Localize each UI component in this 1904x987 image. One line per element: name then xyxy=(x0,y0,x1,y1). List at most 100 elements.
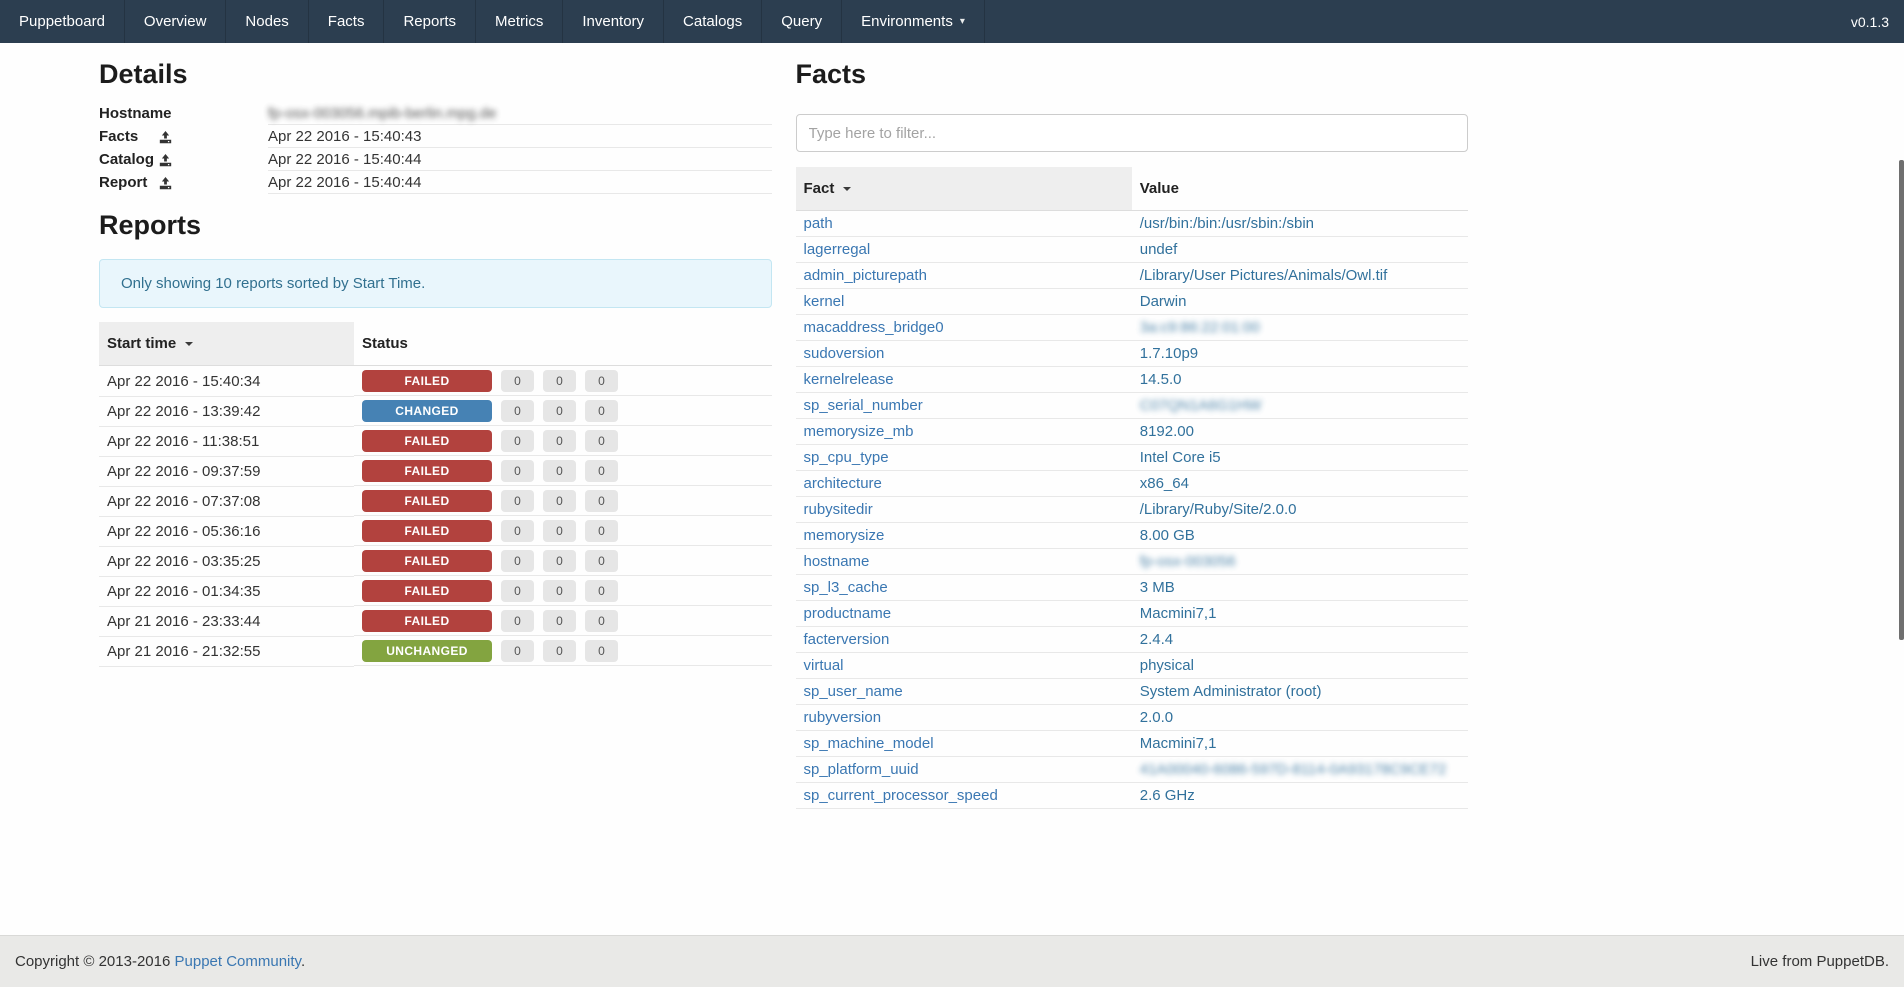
fact-value[interactable]: fp-osx-003056 xyxy=(1140,553,1236,570)
report-start-time[interactable]: Apr 22 2016 - 09:37:59 xyxy=(99,456,354,486)
fact-value[interactable]: physical xyxy=(1140,657,1194,674)
fact-value[interactable]: Intel Core i5 xyxy=(1140,449,1221,466)
facts-filter-input[interactable] xyxy=(796,114,1469,152)
fact-link[interactable]: memorysize xyxy=(804,527,885,544)
status-badge[interactable]: FAILED xyxy=(362,550,492,572)
fact-value[interactable]: /usr/bin:/bin:/usr/sbin:/sbin xyxy=(1140,215,1314,232)
fact-name-cell: sp_machine_model xyxy=(796,731,1132,757)
fact-value[interactable]: /Library/User Pictures/Animals/Owl.tif xyxy=(1140,267,1388,284)
fact-value[interactable]: 2.4.4 xyxy=(1140,631,1173,648)
scrollbar[interactable] xyxy=(1899,160,1904,640)
fact-link[interactable]: sp_machine_model xyxy=(804,735,934,752)
fact-link[interactable]: kernelrelease xyxy=(804,371,894,388)
fact-link[interactable]: kernel xyxy=(804,293,845,310)
nav-item-inventory[interactable]: Inventory xyxy=(563,0,664,43)
fact-link[interactable]: lagerregal xyxy=(804,241,871,258)
table-row: memorysize_mb 8192.00 xyxy=(796,419,1469,445)
nav-item-environments[interactable]: Environments▾ xyxy=(842,0,985,43)
fact-link[interactable]: sp_cpu_type xyxy=(804,449,889,466)
status-badge[interactable]: FAILED xyxy=(362,460,492,482)
report-start-time[interactable]: Apr 22 2016 - 13:39:42 xyxy=(99,396,354,426)
fact-value[interactable]: /Library/Ruby/Site/2.0.0 xyxy=(1140,501,1297,518)
fact-value[interactable]: 8.00 GB xyxy=(1140,527,1195,544)
status-badge[interactable]: UNCHANGED xyxy=(362,640,492,662)
fact-value[interactable]: 8192.00 xyxy=(1140,423,1194,440)
reports-column-start-time[interactable]: Start time xyxy=(99,322,354,366)
fact-link[interactable]: sp_l3_cache xyxy=(804,579,888,596)
table-row: Apr 22 2016 - 15:40:34FAILED000 xyxy=(99,366,772,397)
status-badge[interactable]: FAILED xyxy=(362,370,492,392)
fact-link[interactable]: facterversion xyxy=(804,631,890,648)
fact-link[interactable]: macaddress_bridge0 xyxy=(804,319,944,336)
reports-column-status[interactable]: Status xyxy=(354,322,772,366)
report-start-time[interactable]: Apr 22 2016 - 11:38:51 xyxy=(99,426,354,456)
status-badge[interactable]: FAILED xyxy=(362,430,492,452)
report-start-time[interactable]: Apr 22 2016 - 01:34:35 xyxy=(99,576,354,606)
fact-value[interactable]: C07QN1A6G1HW xyxy=(1140,397,1262,414)
nav-item-catalogs[interactable]: Catalogs xyxy=(664,0,762,43)
fact-name-cell: rubyversion xyxy=(796,705,1132,731)
fact-link[interactable]: productname xyxy=(804,605,892,622)
nav-item-metrics[interactable]: Metrics xyxy=(476,0,563,43)
status-badge[interactable]: FAILED xyxy=(362,580,492,602)
details-value-text: Apr 22 2016 - 15:40:44 xyxy=(268,151,421,168)
nav-item-facts[interactable]: Facts xyxy=(309,0,385,43)
fact-link[interactable]: virtual xyxy=(804,657,844,674)
report-start-time[interactable]: Apr 21 2016 - 23:33:44 xyxy=(99,606,354,636)
fact-value[interactable]: 3 MB xyxy=(1140,579,1175,596)
fact-link[interactable]: sp_current_processor_speed xyxy=(804,787,998,804)
fact-name-cell: sp_user_name xyxy=(796,679,1132,705)
status-badge[interactable]: FAILED xyxy=(362,520,492,542)
fact-link[interactable]: hostname xyxy=(804,553,870,570)
navbar-version: v0.1.3 xyxy=(1836,0,1904,43)
fact-value-cell: 8192.00 xyxy=(1132,419,1468,445)
fact-value[interactable]: Macmini7,1 xyxy=(1140,605,1217,622)
facts-column-fact[interactable]: Fact xyxy=(796,167,1132,211)
puppet-community-link[interactable]: Puppet Community xyxy=(175,953,301,970)
table-row: sp_user_name System Administrator (root) xyxy=(796,679,1469,705)
fact-link[interactable]: admin_picturepath xyxy=(804,267,927,284)
report-start-time[interactable]: Apr 22 2016 - 03:35:25 xyxy=(99,546,354,576)
fact-value[interactable]: 3a:c9:86:22:01:00 xyxy=(1140,319,1260,336)
fact-value[interactable]: x86_64 xyxy=(1140,475,1189,492)
nav-item-reports[interactable]: Reports xyxy=(384,0,476,43)
fact-link[interactable]: rubysitedir xyxy=(804,501,873,518)
fact-value[interactable]: 2.0.0 xyxy=(1140,709,1173,726)
report-start-time[interactable]: Apr 22 2016 - 05:36:16 xyxy=(99,516,354,546)
upload-icon[interactable] xyxy=(159,177,172,194)
status-badge[interactable]: CHANGED xyxy=(362,400,492,422)
upload-icon[interactable] xyxy=(159,131,172,148)
fact-value-cell: Darwin xyxy=(1132,289,1468,315)
table-row: sp_cpu_type Intel Core i5 xyxy=(796,445,1469,471)
fact-value[interactable]: 2.6 GHz xyxy=(1140,787,1195,804)
nav-item-overview[interactable]: Overview xyxy=(125,0,227,43)
nav-item-query[interactable]: Query xyxy=(762,0,842,43)
upload-icon[interactable] xyxy=(159,154,172,171)
nav-brand[interactable]: Puppetboard xyxy=(0,0,125,43)
nav-item-nodes[interactable]: Nodes xyxy=(226,0,308,43)
navbar: Puppetboard OverviewNodesFactsReportsMet… xyxy=(0,0,1904,43)
fact-value[interactable]: Darwin xyxy=(1140,293,1187,310)
fact-link[interactable]: architecture xyxy=(804,475,882,492)
status-badge[interactable]: FAILED xyxy=(362,490,492,512)
report-start-time[interactable]: Apr 22 2016 - 07:37:08 xyxy=(99,486,354,516)
report-start-time[interactable]: Apr 22 2016 - 15:40:34 xyxy=(99,366,354,397)
status-badge[interactable]: FAILED xyxy=(362,610,492,632)
fact-link[interactable]: sudoversion xyxy=(804,345,885,362)
facts-column-value[interactable]: Value xyxy=(1132,167,1468,211)
report-start-time[interactable]: Apr 21 2016 - 21:32:55 xyxy=(99,636,354,666)
reports-title: Reports xyxy=(99,210,772,241)
fact-link[interactable]: path xyxy=(804,215,833,232)
fact-link[interactable]: sp_serial_number xyxy=(804,397,923,414)
fact-value[interactable]: System Administrator (root) xyxy=(1140,683,1322,700)
fact-value[interactable]: undef xyxy=(1140,241,1178,258)
fact-value[interactable]: 1.7.10p9 xyxy=(1140,345,1198,362)
table-row: hostname fp-osx-003056 xyxy=(796,549,1469,575)
fact-link[interactable]: sp_user_name xyxy=(804,683,903,700)
fact-link[interactable]: sp_platform_uuid xyxy=(804,761,919,778)
fact-value[interactable]: 41A00040-6086-597D-8114-0A93178C9CE72 xyxy=(1140,761,1447,778)
fact-link[interactable]: rubyversion xyxy=(804,709,882,726)
fact-link[interactable]: memorysize_mb xyxy=(804,423,914,440)
fact-value[interactable]: 14.5.0 xyxy=(1140,371,1182,388)
fact-value[interactable]: Macmini7,1 xyxy=(1140,735,1217,752)
